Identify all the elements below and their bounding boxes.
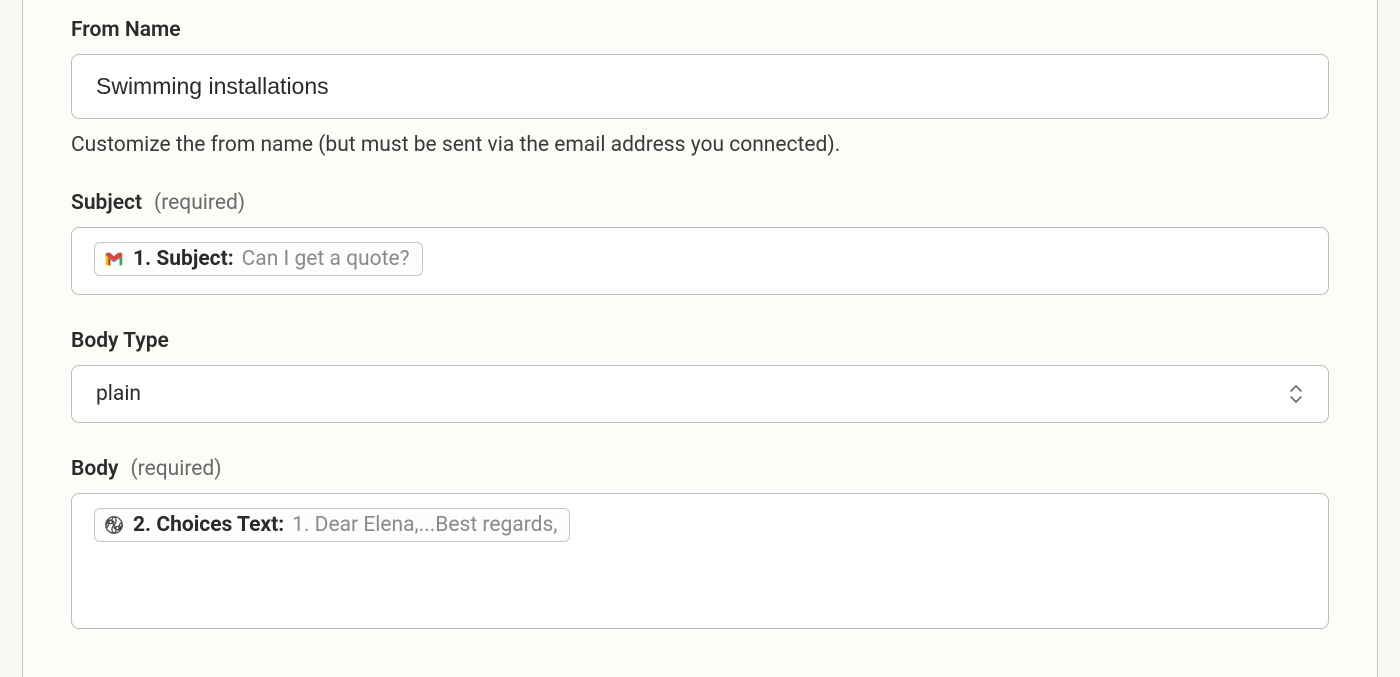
body-required-text: (required) [130,457,221,481]
form-area: From Name Customize the from name (but m… [23,0,1377,677]
subject-pill-label: 1. Subject: [133,247,234,271]
subject-required-text: (required) [154,191,245,215]
body-pill-label: 2. Choices Text: [133,513,284,537]
subject-pill[interactable]: 1. Subject: Can I get a quote? [94,242,423,276]
body-type-label-text: Body Type [71,329,169,353]
gmail-icon [103,248,125,270]
subject-pill-value: Can I get a quote? [242,247,410,271]
body-label-text: Body [71,457,118,481]
body-input[interactable]: 2. Choices Text: 1. Dear Elena,...Best r… [71,493,1329,629]
body-type-select[interactable]: plain [71,365,1329,423]
from-name-group: From Name Customize the from name (but m… [71,18,1329,157]
subject-label-text: Subject [71,191,142,215]
from-name-label-text: From Name [71,18,181,42]
body-pill[interactable]: 2. Choices Text: 1. Dear Elena,...Best r… [94,508,570,542]
body-group: Body (required) 2. Choices Text: 1. Dear… [71,457,1329,629]
body-type-group: Body Type plain [71,329,1329,423]
chevron-up-down-icon [1288,382,1304,406]
subject-input[interactable]: 1. Subject: Can I get a quote? [71,227,1329,295]
from-name-helper: Customize the from name (but must be sen… [71,133,1329,157]
openai-icon [103,514,125,536]
body-pill-value: 1. Dear Elena,...Best regards, [292,513,557,537]
from-name-label: From Name [71,18,1329,42]
subject-label: Subject (required) [71,191,1329,215]
body-type-value: plain [96,382,141,406]
body-label: Body (required) [71,457,1329,481]
panel-border-right [1377,0,1378,677]
body-type-label: Body Type [71,329,1329,353]
from-name-input[interactable] [71,54,1329,119]
subject-group: Subject (required) 1. Subject: Can I get… [71,191,1329,295]
